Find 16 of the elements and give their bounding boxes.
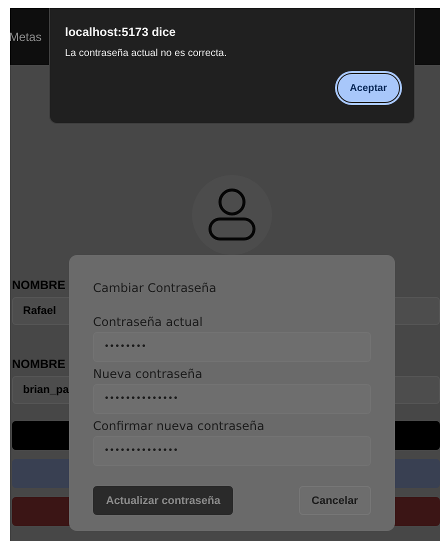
update-button[interactable]: Actualizar contraseña	[93, 486, 234, 515]
field-label: Contraseña actual	[93, 315, 204, 329]
dialog-title: Cambiar Contraseña	[93, 281, 218, 295]
password-field[interactable]: ••••••••	[93, 332, 371, 362]
alert-message: La contraseña actual no es correcta.	[65, 48, 228, 59]
field-label: NOMBRE	[12, 278, 66, 292]
password-field[interactable]: ••••••••••••••	[93, 384, 371, 414]
field-label: NOMBRE	[12, 357, 66, 371]
alert-title: localhost:5173 dice	[65, 25, 177, 39]
user-icon	[207, 187, 257, 243]
cancel-button[interactable]: Cancelar	[298, 486, 371, 515]
field-label: Nueva contraseña	[93, 367, 204, 381]
nav-link[interactable]: Metas	[10, 30, 42, 44]
password-field[interactable]: ••••••••••••••	[93, 436, 371, 466]
accept-button[interactable]: Aceptar	[336, 73, 400, 103]
field-label: Confirmar nueva contraseña	[93, 419, 266, 433]
